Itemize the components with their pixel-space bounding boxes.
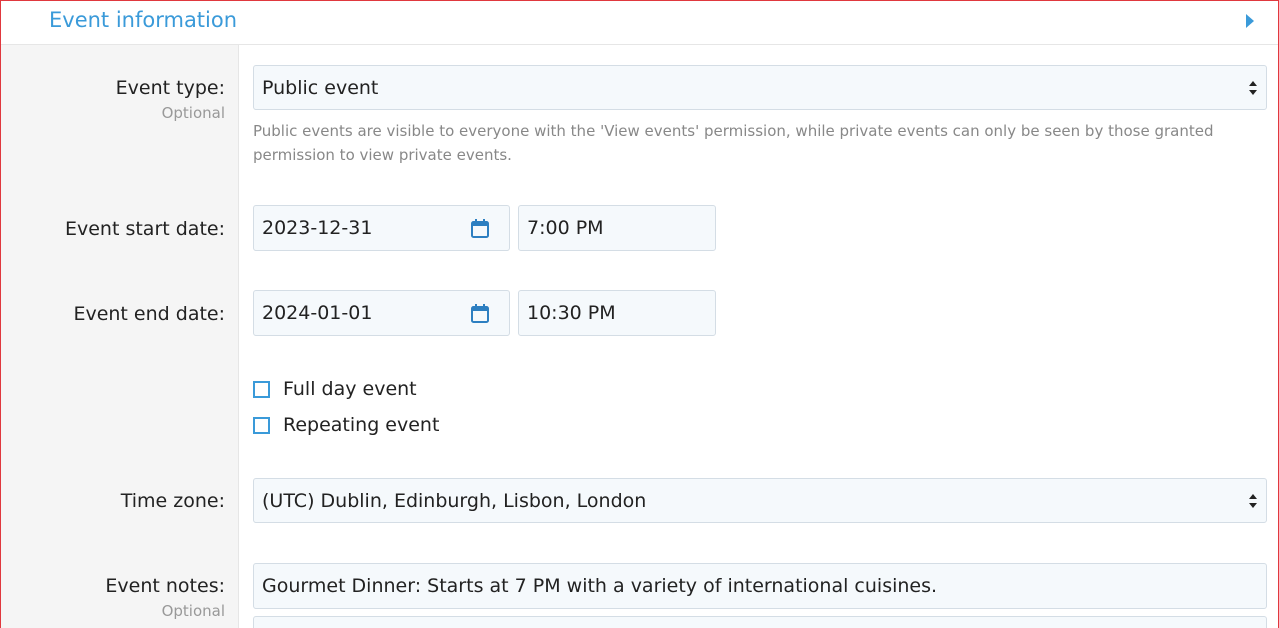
chevron-right-icon[interactable] bbox=[1246, 14, 1254, 28]
event-notes-extra-input[interactable] bbox=[253, 616, 1267, 628]
event-information-panel: Event information Event type: Optional P… bbox=[0, 0, 1279, 628]
start-time-input[interactable]: 7:00 PM bbox=[518, 205, 716, 251]
repeating-label: Repeating event bbox=[283, 414, 440, 436]
event-notes-input[interactable]: Gourmet Dinner: Starts at 7 PM with a va… bbox=[253, 563, 1267, 609]
start-date-value: 2023-12-31 bbox=[262, 217, 373, 239]
calendar-icon bbox=[471, 303, 489, 323]
time-zone-value: (UTC) Dublin, Edinburgh, Lisbon, London bbox=[262, 489, 647, 512]
event-type-label: Event type: bbox=[115, 77, 225, 99]
time-zone-label: Time zone: bbox=[120, 490, 225, 512]
repeating-option[interactable]: Repeating event bbox=[253, 414, 439, 436]
calendar-icon bbox=[471, 218, 489, 238]
end-time-value: 10:30 PM bbox=[527, 302, 616, 324]
start-date-input[interactable]: 2023-12-31 bbox=[253, 205, 452, 251]
full-day-label: Full day event bbox=[283, 378, 417, 400]
full-day-option[interactable]: Full day event bbox=[253, 378, 417, 400]
end-date-input[interactable]: 2024-01-01 bbox=[253, 290, 452, 336]
start-time-value: 7:00 PM bbox=[527, 217, 604, 239]
repeating-checkbox[interactable] bbox=[253, 416, 270, 434]
start-date-label: Event start date: bbox=[64, 218, 225, 240]
end-date-value: 2024-01-01 bbox=[262, 302, 373, 324]
section-header[interactable]: Event information bbox=[1, 1, 1278, 45]
end-date-label: Event end date: bbox=[73, 303, 225, 325]
start-date-calendar-button[interactable] bbox=[451, 205, 510, 251]
event-type-help: Public events are visible to everyone wi… bbox=[253, 122, 1214, 164]
select-arrows-icon bbox=[1249, 80, 1257, 95]
select-arrows-icon bbox=[1249, 493, 1257, 508]
event-notes-label: Event notes: bbox=[105, 575, 225, 597]
end-date-calendar-button[interactable] bbox=[451, 290, 510, 336]
event-type-value: Public event bbox=[262, 76, 379, 99]
event-type-optional: Optional bbox=[161, 104, 225, 122]
event-type-select[interactable]: Public event bbox=[253, 65, 1267, 110]
time-zone-select[interactable]: (UTC) Dublin, Edinburgh, Lisbon, London bbox=[253, 478, 1267, 523]
end-time-input[interactable]: 10:30 PM bbox=[518, 290, 716, 336]
event-notes-optional: Optional bbox=[161, 602, 225, 620]
label-column bbox=[1, 45, 239, 628]
full-day-checkbox[interactable] bbox=[253, 380, 270, 398]
event-notes-value: Gourmet Dinner: Starts at 7 PM with a va… bbox=[262, 575, 938, 597]
section-title: Event information bbox=[49, 8, 238, 32]
